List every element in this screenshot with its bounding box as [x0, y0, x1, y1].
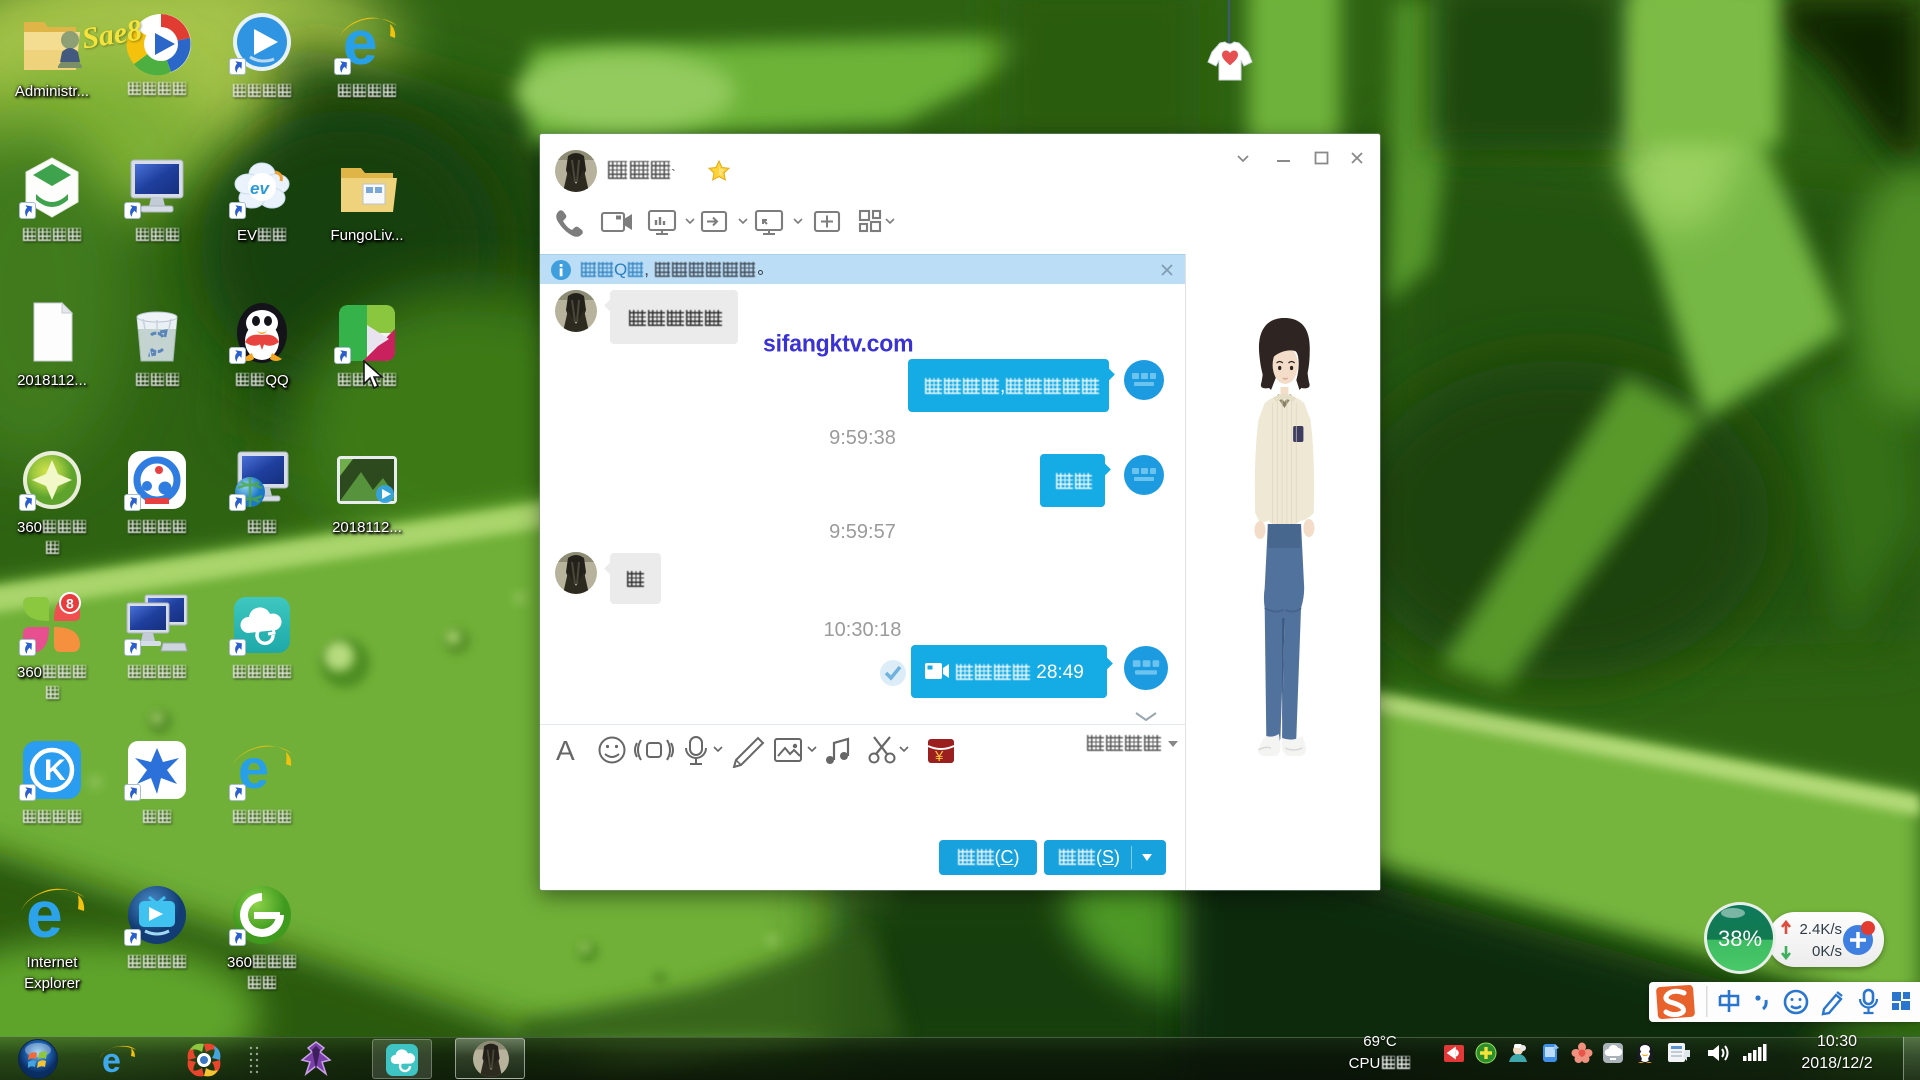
svg-text:2.4K/s: 2.4K/s: [1799, 921, 1842, 938]
svg-text:0K/s: 0K/s: [1812, 943, 1842, 960]
svg-text:A: A: [556, 735, 575, 766]
svg-text:8: 8: [66, 596, 74, 612]
svg-text:38%: 38%: [1718, 926, 1762, 951]
svg-text:¥: ¥: [934, 748, 944, 765]
svg-text:ev: ev: [250, 179, 270, 198]
svg-text:K: K: [44, 754, 66, 787]
svg-text:e: e: [102, 1042, 121, 1078]
